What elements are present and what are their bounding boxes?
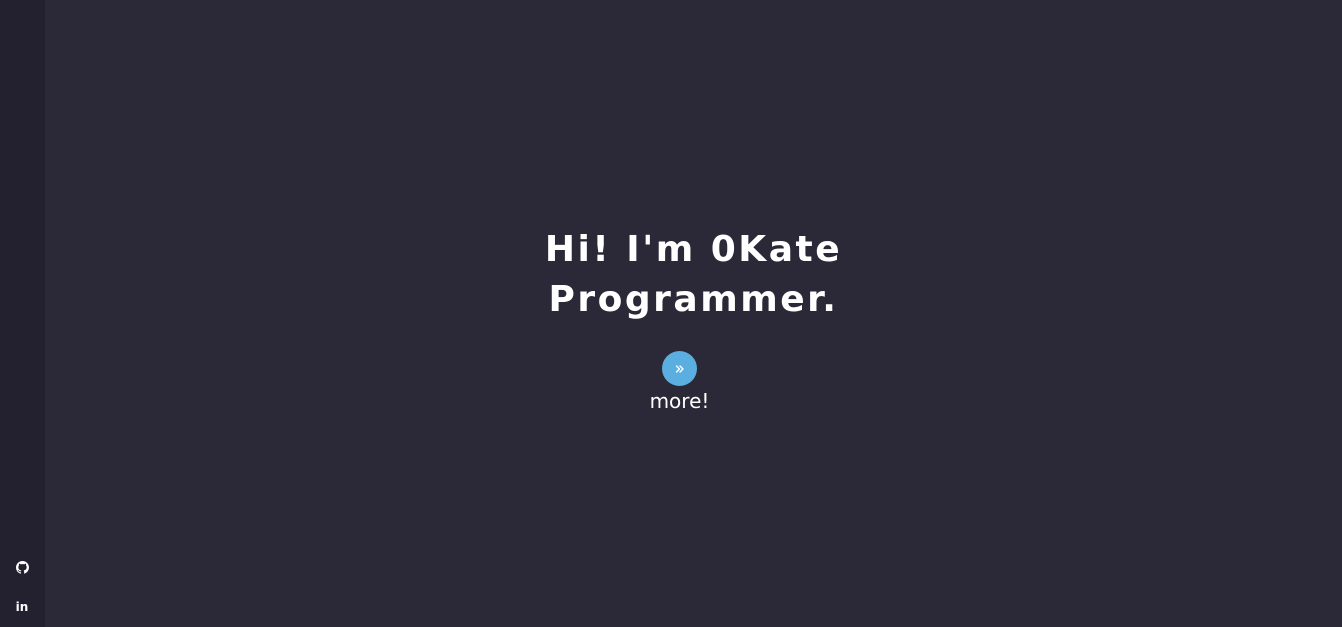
page: in Hi! I'm 0Kate Programmer. more! [0,0,1342,627]
double-chevron-right-icon [675,364,684,373]
hero-role: Programmer. [548,279,839,320]
sidebar: in [0,0,45,627]
linkedin-link[interactable]: in [13,598,31,616]
more-label: more! [649,389,710,413]
more-button[interactable] [662,351,697,386]
github-icon [15,560,29,574]
hero-greeting: Hi! I'm 0Kate [544,229,843,270]
linkedin-icon: in [15,600,29,614]
hero-section: Hi! I'm 0Kate Programmer. more! [45,0,1342,627]
github-link[interactable] [13,558,31,576]
